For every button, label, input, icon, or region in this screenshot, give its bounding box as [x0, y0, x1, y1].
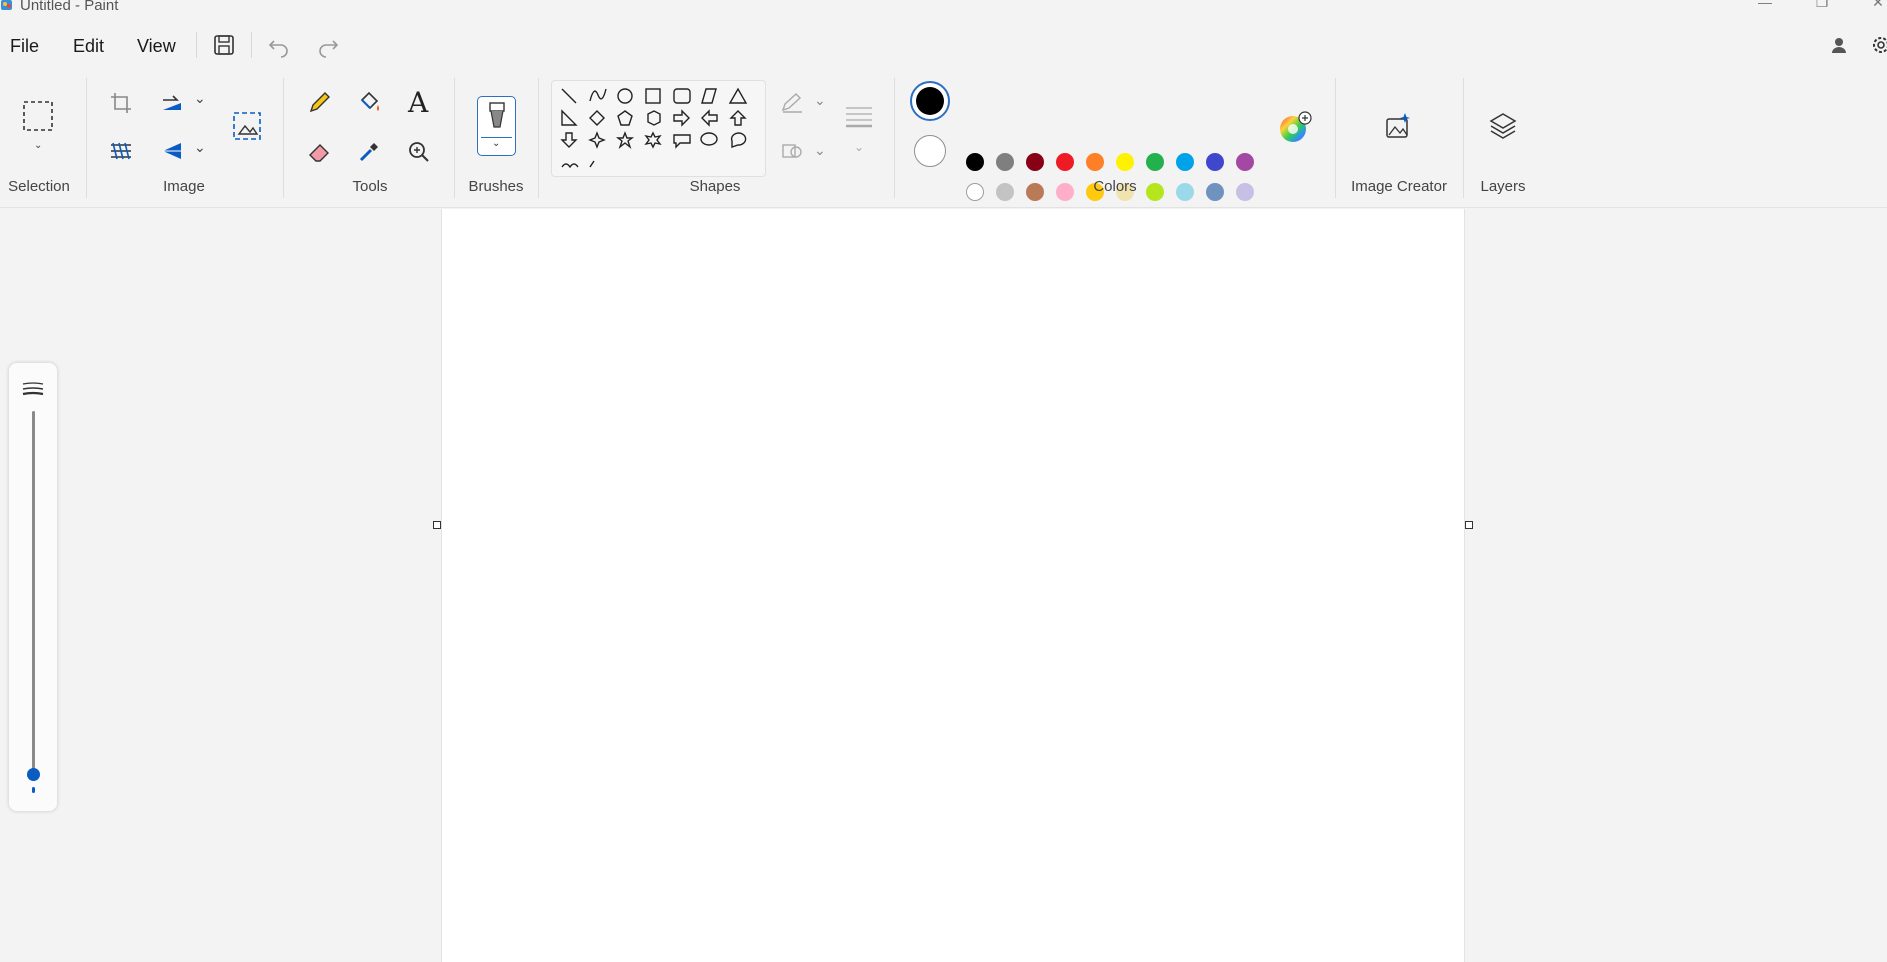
- color-swatch[interactable]: [1236, 153, 1254, 171]
- layers-icon[interactable]: [1488, 111, 1518, 141]
- restore-button[interactable]: ❐: [1812, 0, 1832, 10]
- size-slider-track[interactable]: [32, 411, 35, 781]
- text-icon[interactable]: A: [408, 86, 428, 119]
- menu-file[interactable]: File: [10, 36, 39, 57]
- ribbon-toolbar: ⌄ Selection ⌄ ⌄ Image A Tools ⌄ Brushes …: [0, 66, 1887, 231]
- chevron-down-icon[interactable]: ⌄: [194, 90, 206, 107]
- shapes-gallery[interactable]: [551, 80, 766, 177]
- brush-icon: [489, 102, 505, 128]
- fill-bucket-icon[interactable]: [356, 90, 382, 116]
- group-label-brushes: Brushes: [468, 178, 524, 195]
- size-slider-panel: [9, 363, 57, 811]
- group-label-image: Image: [163, 178, 205, 195]
- group-divider: [86, 78, 87, 198]
- chevron-down-icon[interactable]: ⌄: [854, 140, 864, 154]
- image-select-icon[interactable]: [231, 110, 263, 142]
- color-swatch[interactable]: [1056, 183, 1074, 201]
- skew-icon[interactable]: [107, 139, 135, 163]
- group-label-image-creator: Image Creator: [1351, 178, 1447, 195]
- window-title: Untitled - Paint: [20, 0, 119, 14]
- drawing-canvas[interactable]: [441, 209, 1465, 962]
- gear-icon[interactable]: [1868, 32, 1887, 58]
- secondary-color-swatch[interactable]: [914, 135, 946, 167]
- group-divider: [283, 78, 284, 198]
- rectangle-select-icon[interactable]: [22, 100, 54, 132]
- redo-icon[interactable]: [315, 32, 341, 58]
- minimize-button[interactable]: —: [1755, 0, 1775, 10]
- canvas-resize-handle-right[interactable]: [1465, 521, 1473, 529]
- menu-divider: [196, 32, 197, 58]
- color-swatch[interactable]: [966, 153, 984, 171]
- close-button[interactable]: ✕: [1868, 0, 1887, 10]
- eraser-icon[interactable]: [306, 139, 332, 165]
- group-divider: [454, 78, 455, 198]
- canvas-resize-handle-left[interactable]: [433, 521, 441, 529]
- size-slider-thumb[interactable]: [27, 768, 40, 781]
- shape-size-icon[interactable]: [843, 102, 875, 130]
- crop-icon[interactable]: [109, 91, 133, 115]
- color-swatch[interactable]: [1206, 183, 1224, 201]
- size-slider-fill: [32, 787, 35, 793]
- resize-icon[interactable]: [159, 90, 185, 114]
- group-label-tools: Tools: [352, 178, 388, 195]
- group-label-layers: Layers: [1480, 178, 1526, 195]
- color-swatch[interactable]: [1176, 153, 1194, 171]
- save-icon[interactable]: [211, 32, 237, 58]
- chevron-down-icon[interactable]: ⌄: [814, 92, 826, 109]
- pencil-icon[interactable]: [306, 90, 332, 116]
- color-swatch[interactable]: [1086, 153, 1104, 171]
- color-swatch[interactable]: [966, 183, 984, 201]
- brush-dropdown-button[interactable]: ⌄: [477, 96, 516, 156]
- group-label-shapes: Shapes: [689, 178, 741, 195]
- group-label-colors: Colors: [1093, 178, 1137, 195]
- chevron-down-icon[interactable]: ⌄: [194, 139, 206, 156]
- chevron-down-icon: ⌄: [492, 138, 501, 149]
- chevron-down-icon[interactable]: ⌄: [814, 142, 826, 159]
- paint-app-icon: [1, 0, 12, 10]
- color-swatch[interactable]: [996, 183, 1014, 201]
- color-swatch[interactable]: [996, 153, 1014, 171]
- color-swatch[interactable]: [1026, 153, 1044, 171]
- menu-divider: [251, 32, 252, 58]
- menu-edit[interactable]: Edit: [73, 36, 104, 57]
- color-swatch[interactable]: [1026, 183, 1044, 201]
- group-divider: [1335, 78, 1336, 198]
- account-icon[interactable]: [1826, 32, 1852, 58]
- color-swatch[interactable]: [1206, 153, 1224, 171]
- flip-icon[interactable]: [159, 139, 185, 163]
- group-divider: [894, 78, 895, 198]
- color-swatch[interactable]: [1176, 183, 1194, 201]
- color-swatch[interactable]: [1236, 183, 1254, 201]
- shapes-grid: [560, 87, 748, 169]
- primary-color-selector[interactable]: [910, 81, 950, 121]
- menu-view[interactable]: View: [137, 36, 176, 57]
- group-divider: [538, 78, 539, 198]
- chevron-down-icon[interactable]: ⌄: [34, 140, 42, 151]
- shape-fill-icon[interactable]: [780, 140, 806, 162]
- group-label-selection: Selection: [8, 178, 70, 195]
- magnifier-icon[interactable]: [406, 139, 432, 165]
- color-picker-icon[interactable]: [356, 139, 382, 165]
- image-creator-icon[interactable]: [1383, 111, 1413, 141]
- edit-colors-icon[interactable]: [1278, 111, 1312, 145]
- primary-color-swatch: [916, 87, 944, 115]
- undo-icon[interactable]: [266, 32, 292, 58]
- group-divider: [1463, 78, 1464, 198]
- color-swatch[interactable]: [1146, 153, 1164, 171]
- color-swatch[interactable]: [1116, 153, 1134, 171]
- title-bar: Untitled - Paint — ❐ ✕: [0, 0, 1887, 14]
- color-swatch[interactable]: [1056, 153, 1074, 171]
- stroke-size-icon: [22, 382, 44, 396]
- outline-icon[interactable]: [780, 92, 806, 114]
